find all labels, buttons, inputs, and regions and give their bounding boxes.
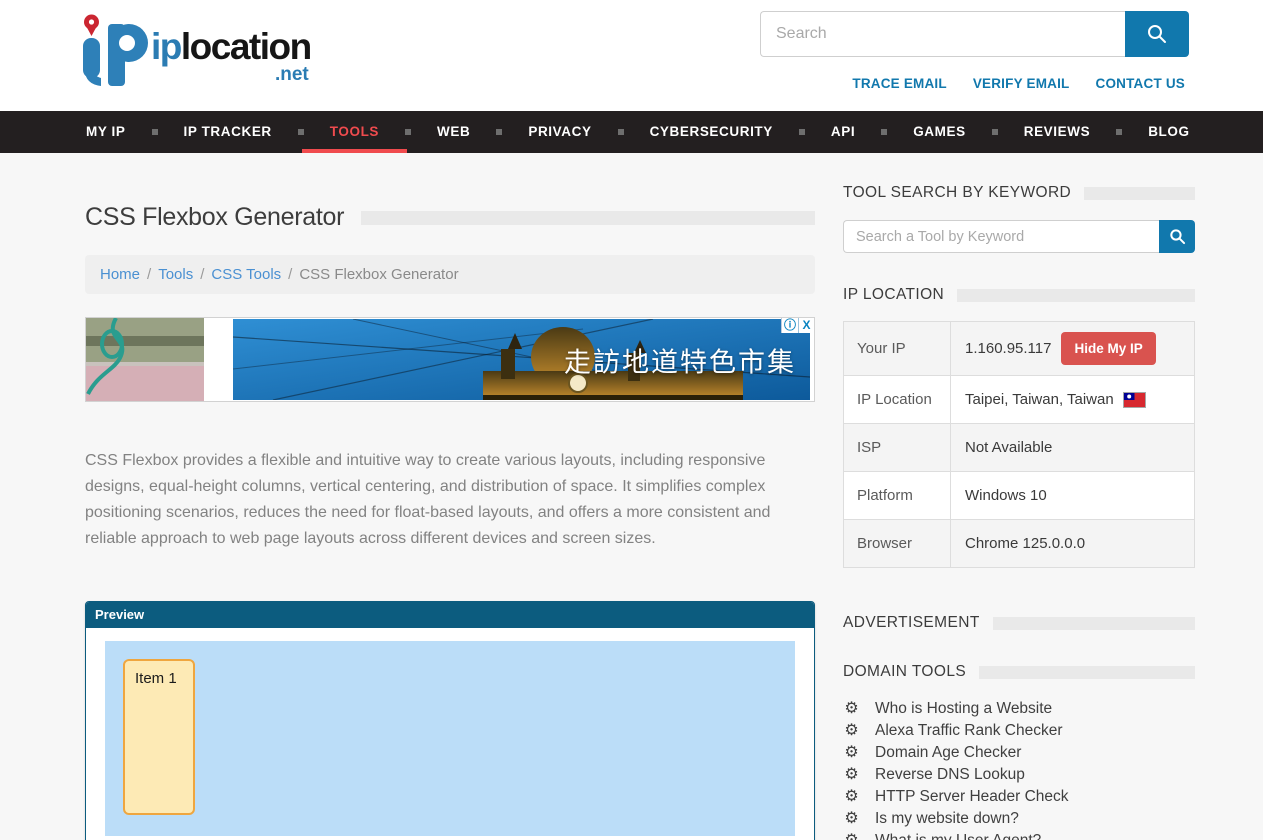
domain-tool-user-agent[interactable]: ⚙ What is my User Agent? (843, 830, 1195, 840)
nav-item-tools[interactable]: TOOLS (330, 111, 379, 153)
nav-item-cybersecurity[interactable]: CYBERSECURITY (650, 111, 773, 153)
tool-search-heading: TOOL SEARCH BY KEYWORD (843, 184, 1195, 202)
domain-tool-reverse-dns[interactable]: ⚙ Reverse DNS Lookup (843, 764, 1195, 786)
search-icon (1146, 23, 1168, 45)
nav-separator (1116, 129, 1122, 135)
domain-tool-who-is-hosting[interactable]: ⚙ Who is Hosting a Website (843, 698, 1195, 720)
ad-caption: 走訪地道特色市集 (564, 340, 796, 379)
flexbox-preview-container: Item 1 (105, 641, 795, 836)
header-search-input[interactable] (760, 11, 1125, 57)
nav-item-web[interactable]: WEB (437, 111, 470, 153)
sidebar: TOOL SEARCH BY KEYWORD IP LOCATION Your … (843, 153, 1195, 840)
breadcrumb: Home/Tools/CSS Tools/CSS Flexbox Generat… (85, 255, 815, 294)
domain-tools-heading: DOMAIN TOOLS (843, 663, 1195, 681)
gear-icon: ⚙ (843, 786, 860, 808)
table-row-platform: Platform Windows 10 (844, 472, 1194, 520)
nav-item-api[interactable]: API (831, 111, 855, 153)
logo-icon (75, 10, 149, 90)
preview-panel-header: Preview (86, 602, 814, 628)
platform-value: Windows 10 (965, 487, 1047, 504)
nav-item-ip-tracker[interactable]: IP TRACKER (184, 111, 272, 153)
ip-location-heading: IP LOCATION (843, 286, 1195, 304)
nav-item-games[interactable]: GAMES (913, 111, 966, 153)
nav-separator (405, 129, 411, 135)
logo-text: iplocation .net (151, 28, 311, 65)
nav-item-reviews[interactable]: REVIEWS (1024, 111, 1090, 153)
gear-icon: ⚙ (843, 720, 860, 742)
nav-separator (992, 129, 998, 135)
breadcrumb-current: CSS Flexbox Generator (299, 266, 458, 283)
table-row-ip-location: IP Location Taipei, Taiwan, Taiwan (844, 376, 1194, 424)
domain-tool-alexa-rank[interactable]: ⚙ Alexa Traffic Rank Checker (843, 720, 1195, 742)
logo-net: .net (275, 65, 309, 84)
verify-email-link[interactable]: VERIFY EMAIL (973, 76, 1070, 91)
heading-decorative-bar (1084, 187, 1195, 200)
gear-icon: ⚙ (843, 764, 860, 786)
gear-icon: ⚙ (843, 808, 860, 830)
breadcrumb-css-tools[interactable]: CSS Tools (211, 266, 281, 283)
ad-right-image: 走訪地道特色市集 (233, 319, 810, 400)
domain-tool-website-down[interactable]: ⚙ Is my website down? (843, 808, 1195, 830)
table-row-your-ip: Your IP 1.160.95.117 Hide My IP (844, 322, 1194, 376)
logo-ip: ip (151, 26, 181, 67)
main-nav: MY IP IP TRACKER TOOLS WEB PRIVACY CYBER… (0, 111, 1263, 153)
heading-decorative-bar (979, 666, 1195, 679)
ad-left-image (86, 318, 204, 401)
domain-tool-http-header[interactable]: ⚙ HTTP Server Header Check (843, 786, 1195, 808)
heading-decorative-bar (957, 289, 1195, 302)
nav-item-my-ip[interactable]: MY IP (86, 111, 126, 153)
your-ip-value: 1.160.95.117 (965, 340, 1051, 357)
hide-my-ip-button[interactable]: Hide My IP (1061, 332, 1155, 365)
flexbox-item-1[interactable]: Item 1 (123, 659, 195, 815)
gear-icon: ⚙ (843, 742, 860, 764)
nav-item-privacy[interactable]: PRIVACY (528, 111, 591, 153)
nav-separator (618, 129, 624, 135)
isp-value: Not Available (965, 439, 1052, 456)
ip-location-value: Taipei, Taiwan, Taiwan (965, 391, 1114, 408)
nav-separator (799, 129, 805, 135)
tool-description: CSS Flexbox provides a flexible and intu… (85, 448, 807, 552)
table-row-browser: Browser Chrome 125.0.0.0 (844, 520, 1194, 567)
adchoices: ⓘ X (781, 318, 814, 333)
main-column: CSS Flexbox Generator Home/Tools/CSS Too… (85, 153, 815, 840)
logo-location: location (181, 26, 311, 67)
site-header: iplocation .net TRACE EMAIL VERIFY EMAIL… (0, 0, 1263, 111)
header-search (760, 11, 1189, 57)
title-decorative-bar (361, 211, 815, 225)
breadcrumb-tools[interactable]: Tools (158, 266, 193, 283)
tool-search-input[interactable] (843, 220, 1159, 253)
nav-separator (298, 129, 304, 135)
domain-tools-list: ⚙ Who is Hosting a Website ⚙ Alexa Traff… (843, 698, 1195, 840)
heading-decorative-bar (993, 617, 1195, 630)
adchoices-close-icon[interactable]: X (798, 318, 814, 333)
preview-panel: Preview Item 1 (85, 601, 815, 840)
contact-us-link[interactable]: CONTACT US (1096, 76, 1186, 91)
adchoices-info-icon[interactable]: ⓘ (782, 318, 798, 333)
taiwan-flag-icon (1124, 393, 1145, 407)
nav-separator (496, 129, 502, 135)
domain-tool-domain-age[interactable]: ⚙ Domain Age Checker (843, 742, 1195, 764)
table-row-isp: ISP Not Available (844, 424, 1194, 472)
breadcrumb-home[interactable]: Home (100, 266, 140, 283)
gear-icon: ⚙ (843, 698, 860, 720)
header-search-button[interactable] (1125, 11, 1189, 57)
gear-icon: ⚙ (843, 830, 860, 840)
advertisement-heading: ADVERTISEMENT (843, 614, 1195, 632)
nav-item-blog[interactable]: BLOG (1148, 111, 1189, 153)
preview-panel-body: Item 1 (86, 628, 814, 840)
trace-email-link[interactable]: TRACE EMAIL (852, 76, 946, 91)
tool-search-button[interactable] (1159, 220, 1195, 253)
header-links: TRACE EMAIL VERIFY EMAIL CONTACT US (852, 76, 1185, 91)
ip-location-table: Your IP 1.160.95.117 Hide My IP IP Locat… (843, 321, 1195, 568)
search-icon (1169, 228, 1186, 245)
nav-separator (152, 129, 158, 135)
site-logo[interactable]: iplocation .net (75, 10, 311, 90)
browser-value: Chrome 125.0.0.0 (965, 535, 1085, 552)
tool-search (843, 220, 1195, 253)
ad-banner[interactable]: 走訪地道特色市集 ⓘ X (85, 317, 815, 402)
page-title: CSS Flexbox Generator (85, 203, 344, 232)
nav-separator (881, 129, 887, 135)
